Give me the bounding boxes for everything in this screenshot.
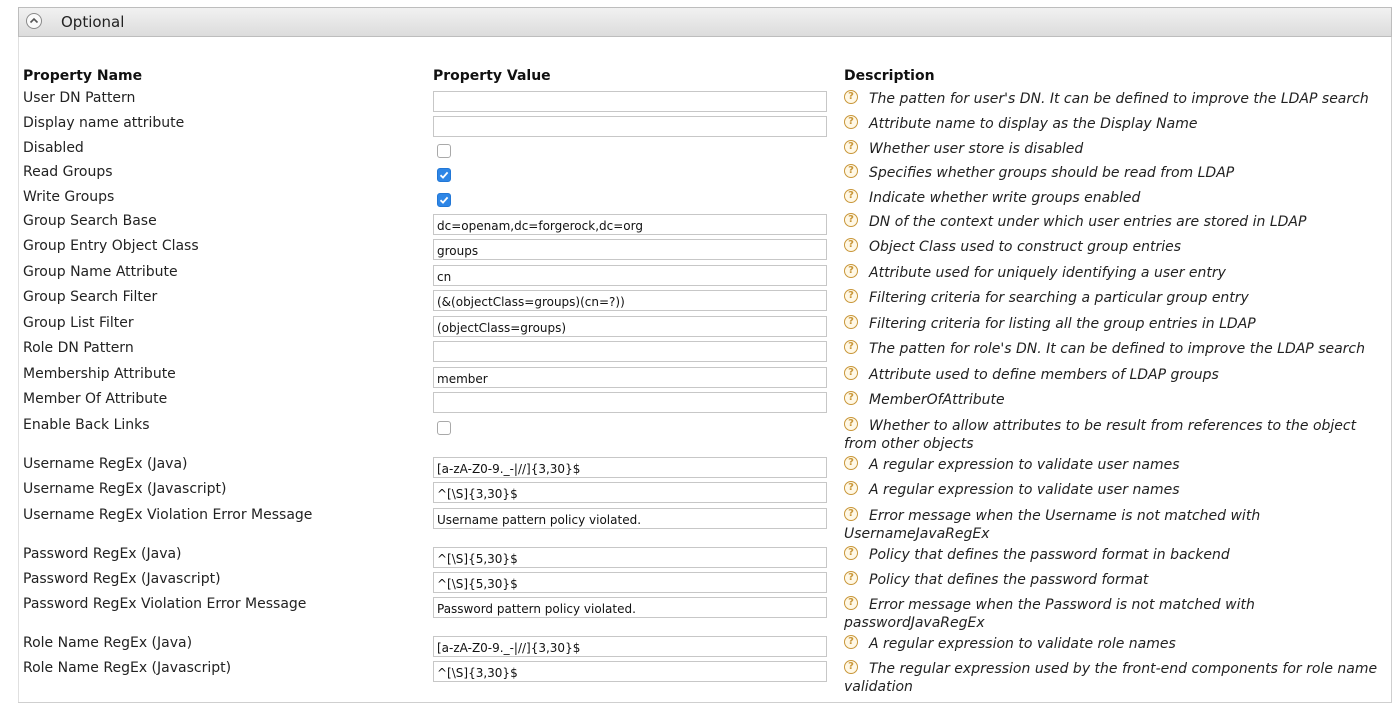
property-name: Display name attribute bbox=[23, 115, 185, 131]
property-checkbox[interactable] bbox=[437, 168, 451, 182]
help-icon: ? bbox=[844, 596, 858, 610]
property-name: Role Name RegEx (Java) bbox=[23, 635, 193, 651]
property-description: A regular expression to validate user na… bbox=[869, 457, 1180, 473]
property-value-input[interactable] bbox=[433, 290, 827, 311]
property-description: Whether to allow attributes to be result… bbox=[844, 418, 1357, 452]
help-icon: ? bbox=[844, 264, 858, 278]
property-description: Attribute used for uniquely identifying … bbox=[869, 265, 1226, 281]
property-name: Username RegEx Violation Error Message bbox=[23, 507, 313, 523]
section-title: Optional bbox=[61, 13, 125, 31]
property-value-input[interactable] bbox=[433, 265, 827, 286]
property-value-input[interactable] bbox=[433, 91, 827, 112]
property-checkbox[interactable] bbox=[437, 421, 451, 435]
property-name: Read Groups bbox=[23, 164, 113, 180]
property-value-input[interactable] bbox=[433, 547, 827, 568]
optional-section-header[interactable]: Optional bbox=[18, 7, 1392, 37]
help-icon: ? bbox=[844, 456, 858, 470]
property-name: Username RegEx (Javascript) bbox=[23, 481, 227, 497]
panel-border-bottom bbox=[18, 702, 1392, 703]
property-name: Password RegEx Violation Error Message bbox=[23, 596, 307, 612]
property-name: Group List Filter bbox=[23, 315, 134, 331]
property-name: Role Name RegEx (Javascript) bbox=[23, 660, 232, 676]
help-icon: ? bbox=[844, 571, 858, 585]
help-icon: ? bbox=[844, 189, 858, 203]
property-value-input[interactable] bbox=[433, 482, 827, 503]
help-icon: ? bbox=[844, 507, 858, 521]
property-value-input[interactable] bbox=[433, 572, 827, 593]
property-value-input[interactable] bbox=[433, 341, 827, 362]
help-icon: ? bbox=[844, 115, 858, 129]
column-header-value: Property Value bbox=[433, 68, 551, 84]
property-name: Disabled bbox=[23, 140, 84, 156]
property-name: User DN Pattern bbox=[23, 90, 136, 106]
property-description: Specifies whether groups should be read … bbox=[869, 165, 1235, 181]
property-description: The patten for user's DN. It can be defi… bbox=[869, 91, 1369, 107]
help-icon: ? bbox=[844, 238, 858, 252]
help-icon: ? bbox=[844, 660, 858, 674]
property-name: Group Search Filter bbox=[23, 289, 158, 305]
property-value-input[interactable] bbox=[433, 597, 827, 618]
property-description: Attribute name to display as the Display… bbox=[869, 116, 1198, 132]
property-description: The patten for role's DN. It can be defi… bbox=[869, 341, 1366, 357]
property-value-input[interactable] bbox=[433, 367, 827, 388]
property-description: Filtering criteria for listing all the g… bbox=[869, 316, 1256, 332]
help-icon: ? bbox=[844, 391, 858, 405]
help-icon: ? bbox=[844, 289, 858, 303]
help-icon: ? bbox=[844, 635, 858, 649]
property-description: Error message when the Password is not m… bbox=[844, 597, 1255, 631]
property-description: Indicate whether write groups enabled bbox=[869, 190, 1141, 206]
help-icon: ? bbox=[844, 140, 858, 154]
property-name: Group Search Base bbox=[23, 213, 157, 229]
property-description: Attribute used to define members of LDAP… bbox=[869, 367, 1219, 383]
property-description: MemberOfAttribute bbox=[869, 392, 1005, 408]
property-description: Whether user store is disabled bbox=[869, 141, 1084, 157]
property-description: Error message when the Username is not m… bbox=[844, 508, 1261, 542]
property-name: Group Name Attribute bbox=[23, 264, 178, 280]
panel-border-left bbox=[18, 37, 19, 702]
property-value-input[interactable] bbox=[433, 214, 827, 235]
property-value-input[interactable] bbox=[433, 457, 827, 478]
property-value-input[interactable] bbox=[433, 116, 827, 137]
property-name: Password RegEx (Java) bbox=[23, 546, 182, 562]
column-header-description: Description bbox=[844, 68, 935, 84]
property-name: Username RegEx (Java) bbox=[23, 456, 188, 472]
property-description: Filtering criteria for searching a parti… bbox=[869, 290, 1249, 306]
panel-border-right bbox=[1391, 37, 1392, 702]
property-name: Write Groups bbox=[23, 189, 115, 205]
help-icon: ? bbox=[844, 164, 858, 178]
property-checkbox[interactable] bbox=[437, 144, 451, 158]
help-icon: ? bbox=[844, 366, 858, 380]
property-description: The regular expression used by the front… bbox=[844, 661, 1378, 695]
property-description: Policy that defines the password format bbox=[869, 572, 1149, 588]
property-description: A regular expression to validate role na… bbox=[869, 636, 1176, 652]
collapse-chevron-icon[interactable] bbox=[26, 13, 42, 29]
property-name: Enable Back Links bbox=[23, 417, 150, 433]
help-icon: ? bbox=[844, 213, 858, 227]
help-icon: ? bbox=[844, 417, 858, 431]
property-value-input[interactable] bbox=[433, 661, 827, 682]
property-value-input[interactable] bbox=[433, 239, 827, 260]
property-description: A regular expression to validate user na… bbox=[869, 482, 1180, 498]
property-value-input[interactable] bbox=[433, 316, 827, 337]
help-icon: ? bbox=[844, 546, 858, 560]
help-icon: ? bbox=[844, 90, 858, 104]
property-name: Member Of Attribute bbox=[23, 391, 168, 407]
help-icon: ? bbox=[844, 340, 858, 354]
property-name: Group Entry Object Class bbox=[23, 238, 199, 254]
help-icon: ? bbox=[844, 481, 858, 495]
property-value-input[interactable] bbox=[433, 636, 827, 657]
property-name: Membership Attribute bbox=[23, 366, 176, 382]
property-description: Policy that defines the password format … bbox=[869, 547, 1230, 563]
property-value-input[interactable] bbox=[433, 508, 827, 529]
property-description: DN of the context under which user entri… bbox=[869, 214, 1307, 230]
help-icon: ? bbox=[844, 315, 858, 329]
property-description: Object Class used to construct group ent… bbox=[869, 239, 1182, 255]
property-checkbox[interactable] bbox=[437, 193, 451, 207]
column-header-name: Property Name bbox=[23, 68, 143, 84]
property-value-input[interactable] bbox=[433, 392, 827, 413]
property-name: Role DN Pattern bbox=[23, 340, 134, 356]
property-name: Password RegEx (Javascript) bbox=[23, 571, 221, 587]
